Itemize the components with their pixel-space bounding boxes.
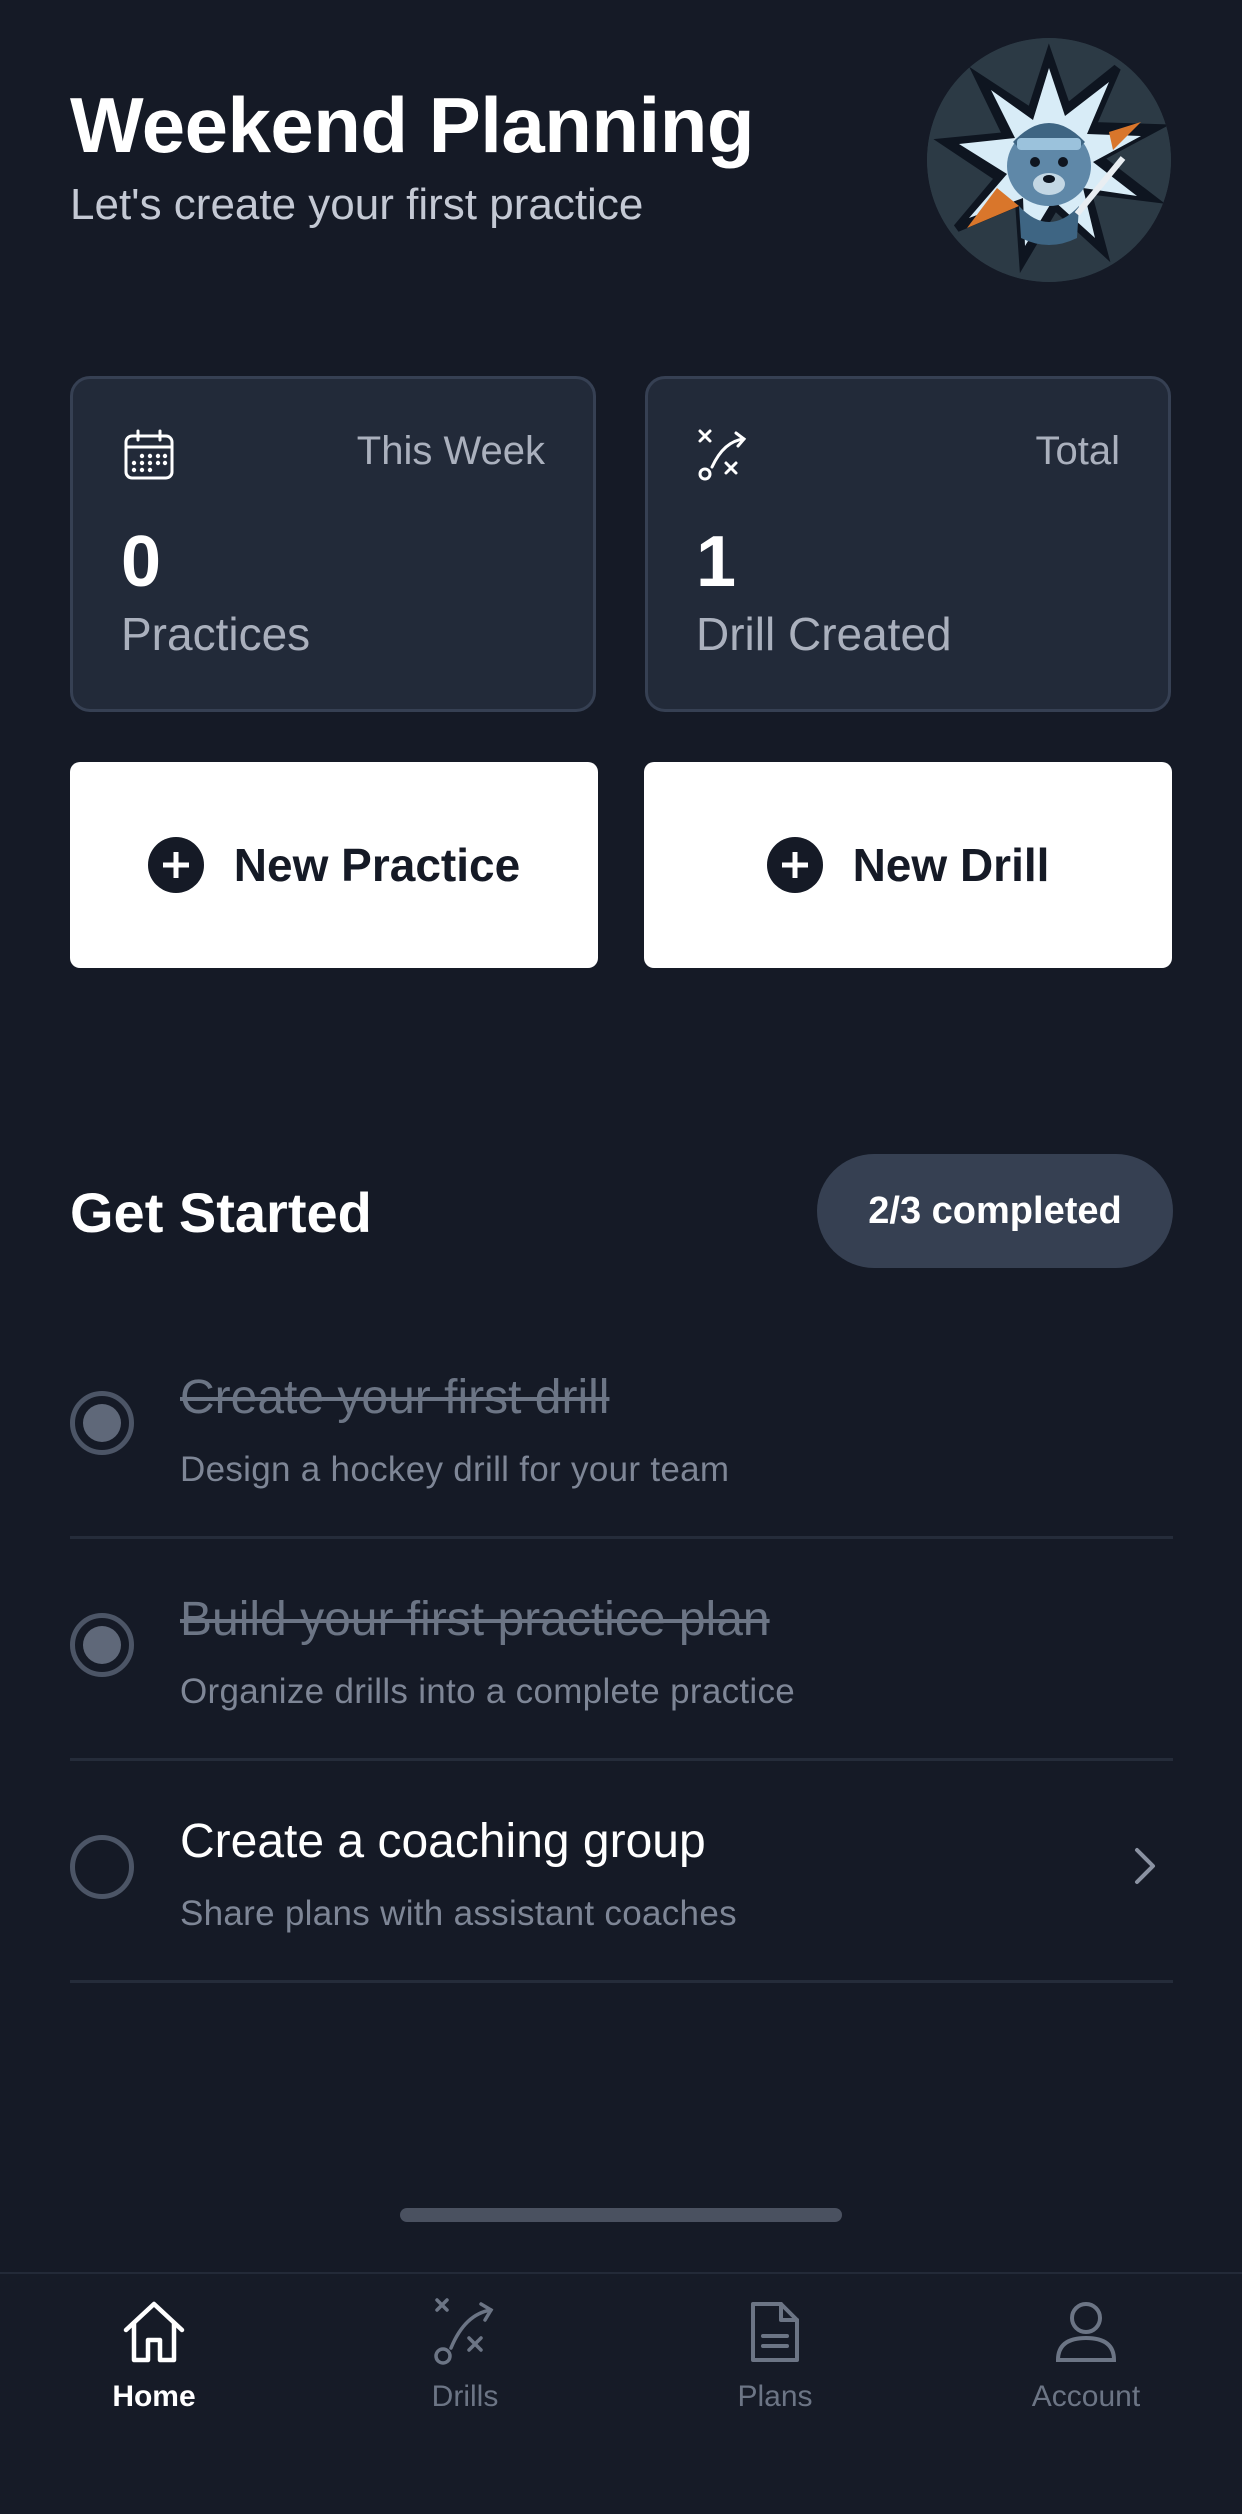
- tab-label: Home: [112, 2380, 196, 2413]
- tab-drills[interactable]: Drills: [365, 2296, 565, 2436]
- bottom-tab-bar: Home Drills Plans Account: [0, 2272, 1242, 2514]
- plus-circle-icon: [147, 837, 204, 893]
- tab-label: Plans: [737, 2380, 813, 2413]
- tab-home[interactable]: Home: [54, 2296, 254, 2436]
- stat-period: This Week: [356, 429, 545, 473]
- task-description: Design a hockey drill for your team: [180, 1450, 730, 1489]
- empty-radio-icon: [70, 1835, 134, 1899]
- get-started-heading: Get Started: [70, 1181, 372, 1244]
- home-icon: [123, 2301, 185, 2363]
- calendar-icon: [124, 429, 174, 480]
- completed-radio-icon: [70, 1613, 134, 1677]
- new-drill-label: New Drill: [852, 839, 1050, 891]
- progress-badge: 2/3 completed: [817, 1154, 1173, 1268]
- stat-label: Practices: [121, 608, 311, 660]
- bear-team-logo-icon: [927, 38, 1171, 282]
- stat-period: Total: [1035, 429, 1121, 473]
- document-icon: [751, 2302, 799, 2362]
- task-title: Build your first practice plan: [180, 1593, 770, 1646]
- stat-value: 0: [121, 522, 162, 602]
- tab-label: Account: [1031, 2380, 1141, 2413]
- stat-value: 1: [696, 522, 737, 602]
- new-drill-button[interactable]: New Drill: [644, 762, 1172, 968]
- task-description: Share plans with assistant coaches: [180, 1894, 737, 1933]
- new-practice-button[interactable]: New Practice: [70, 762, 598, 968]
- page-subtitle: Let's create your first practice: [70, 180, 644, 229]
- practices-stat-card[interactable]: This Week 0 Practices: [70, 376, 596, 712]
- plus-circle-icon: [766, 837, 823, 893]
- task-description: Organize drills into a complete practice: [180, 1672, 796, 1711]
- stat-label: Drill Created: [696, 608, 952, 660]
- task-create-coaching-group[interactable]: Create a coaching group Share plans with…: [70, 1758, 1173, 1983]
- task-create-drill[interactable]: Create your first drill Design a hockey …: [70, 1314, 1173, 1539]
- drill-play-icon: [698, 429, 747, 481]
- drill-play-icon: [434, 2298, 494, 2365]
- task-title: Create your first drill: [180, 1371, 610, 1424]
- completed-radio-icon: [70, 1391, 134, 1455]
- tab-label: Drills: [431, 2380, 499, 2413]
- task-build-practice-plan[interactable]: Build your first practice plan Organize …: [70, 1536, 1173, 1761]
- tab-plans[interactable]: Plans: [675, 2296, 875, 2436]
- chevron-right-icon: [1135, 1848, 1155, 1884]
- home-indicator[interactable]: [400, 2208, 842, 2222]
- drills-stat-card[interactable]: Total 1 Drill Created: [645, 376, 1171, 712]
- task-title: Create a coaching group: [180, 1815, 706, 1868]
- page-title: Weekend Planning: [70, 81, 755, 169]
- tab-account[interactable]: Account: [986, 2296, 1186, 2436]
- team-avatar[interactable]: [927, 38, 1171, 282]
- new-practice-label: New Practice: [233, 839, 521, 891]
- person-icon: [1055, 2302, 1117, 2362]
